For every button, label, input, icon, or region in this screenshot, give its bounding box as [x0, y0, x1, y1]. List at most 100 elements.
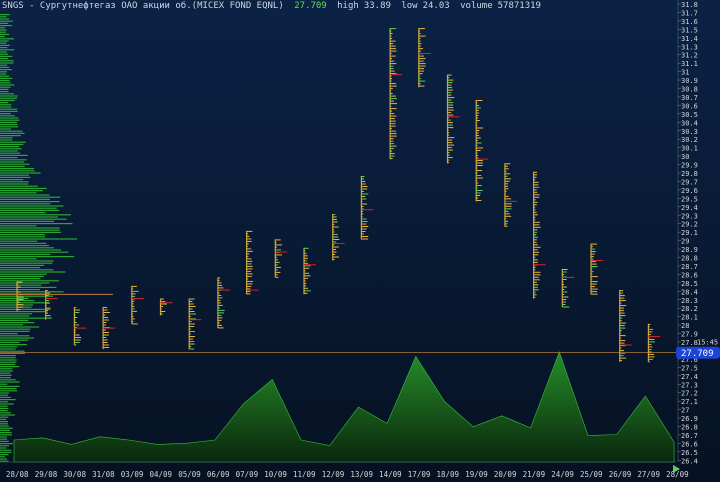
profile-bar — [0, 181, 29, 183]
chart-canvas[interactable]: 28/08 29/08 30/08 31/08 03/09 04/09 05/09 06/09… — [0, 0, 720, 482]
profile-tick — [562, 299, 567, 300]
price-tick-label: 28.8 — [681, 255, 698, 263]
profile-tick — [476, 102, 478, 104]
profile-tick — [591, 276, 598, 278]
profile-bar — [0, 264, 45, 266]
price-tick-label: 30 — [681, 153, 689, 161]
profile-tick — [390, 55, 396, 57]
profile-tick — [361, 183, 366, 185]
profile-tick — [418, 55, 424, 57]
profile-tick — [332, 254, 336, 255]
profile-bar — [0, 201, 60, 203]
time-tag-label: 15:45 — [697, 339, 718, 347]
profile-bar — [0, 322, 35, 324]
date-tick-label: 18/09 — [437, 470, 460, 479]
profile-tick — [217, 302, 221, 304]
profile-tick — [361, 206, 364, 207]
profile-bar — [0, 192, 37, 194]
profile-tick — [591, 278, 593, 280]
profile-tick — [533, 274, 541, 276]
profile-tick — [131, 285, 137, 287]
date-tick-label: 24/09 — [551, 470, 574, 479]
profile-tick — [17, 306, 24, 308]
profile-tick — [504, 210, 509, 212]
profile-tick — [189, 306, 196, 307]
profile-tick — [447, 144, 455, 146]
profile-tick — [447, 152, 450, 154]
profile-tick — [619, 297, 625, 299]
profile-tick — [418, 48, 423, 50]
profile-tick — [619, 340, 626, 342]
profile-tick — [275, 259, 278, 261]
profile-bar — [0, 361, 17, 363]
profile-bar — [0, 280, 59, 282]
low-value: 24.03 — [422, 1, 450, 11]
profile-tick — [390, 53, 392, 55]
profile-bar — [0, 110, 18, 112]
profile-tick — [591, 256, 594, 258]
profile-tick — [619, 327, 626, 329]
profile-bar — [0, 71, 7, 73]
profile-tick — [476, 120, 480, 121]
profile-bar — [0, 165, 25, 167]
profile-tick — [246, 290, 251, 292]
profile-bar — [0, 333, 18, 335]
instrument-header: SNGS - Сургутнефтегаз ОАО акции об.(MICE… — [2, 1, 546, 11]
profile-tick — [533, 279, 540, 281]
profile-tick — [418, 43, 422, 45]
profile-tick — [591, 293, 598, 295]
profile-bar — [0, 423, 8, 425]
profile-tick — [390, 50, 397, 52]
profile-tick — [45, 315, 51, 317]
profile-tick — [217, 322, 220, 324]
profile-bar — [0, 218, 67, 220]
profile-tick — [217, 282, 222, 284]
profile-bar — [0, 282, 50, 284]
profile-tick — [390, 148, 394, 150]
profile-bar — [0, 271, 66, 273]
profile-bar — [0, 251, 69, 253]
profile-tick — [304, 255, 308, 257]
profile-tick — [447, 99, 452, 101]
profile-tick — [74, 337, 82, 338]
profile-tick — [332, 259, 335, 260]
profile-tick — [476, 100, 483, 101]
profile-bar — [0, 436, 7, 438]
price-tick-label: 31.2 — [681, 52, 698, 60]
profile-tick — [504, 165, 508, 167]
profile-tick — [390, 75, 392, 77]
profile-tick — [361, 216, 363, 217]
profile-bar — [0, 366, 20, 368]
profile-tick — [74, 324, 80, 326]
profile-tick — [447, 134, 450, 136]
profile-tick — [74, 309, 80, 311]
profile-tick — [304, 265, 311, 267]
profile-tick — [533, 284, 539, 286]
profile-tick — [648, 351, 652, 353]
profile-bar — [0, 240, 38, 242]
profile-tick — [476, 142, 482, 144]
profile-tick — [361, 181, 366, 182]
profile-tick — [619, 355, 624, 357]
profile-tick — [476, 200, 482, 201]
profile-tick — [648, 341, 655, 343]
profile-tick — [217, 284, 223, 286]
price-tick-label: 28.4 — [681, 288, 698, 296]
profile-tick — [648, 331, 653, 333]
profile-tick — [361, 213, 364, 215]
profile-bar — [0, 368, 13, 370]
profile-tick — [131, 293, 136, 295]
profile-bar — [0, 335, 30, 337]
profile-bar — [0, 55, 13, 57]
profile-tick — [476, 127, 484, 129]
profile-bar — [0, 238, 78, 240]
profile-tick — [160, 308, 162, 310]
profile-tick — [619, 290, 624, 292]
profile-tick — [418, 28, 425, 30]
profile-tick — [390, 43, 394, 45]
profile-tick — [390, 100, 394, 102]
profile-tick — [504, 183, 509, 185]
profile-tick — [476, 162, 484, 164]
profile-tick — [533, 249, 538, 251]
profile-bar — [0, 348, 16, 350]
